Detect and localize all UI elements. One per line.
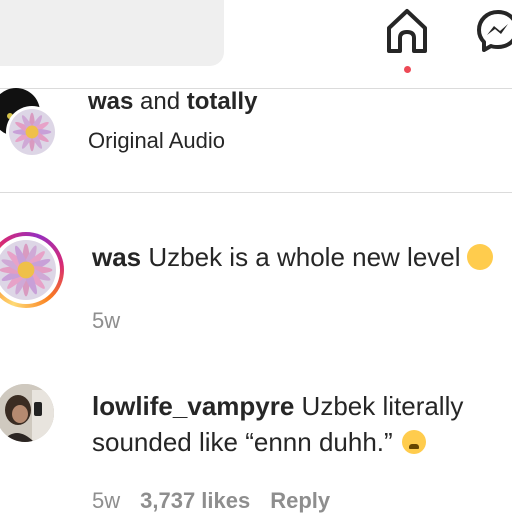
story-ring-avatar[interactable] xyxy=(0,232,64,308)
comment-timestamp: 5w xyxy=(92,308,121,333)
home-button[interactable] xyxy=(380,6,434,56)
audio-title-and: and xyxy=(133,88,187,115)
audio-subtitle[interactable]: Original Audio xyxy=(88,128,225,154)
user-photo-icon xyxy=(0,384,54,442)
search-bar[interactable] xyxy=(0,0,224,66)
flower-icon xyxy=(9,109,55,155)
audio-cover-avatar[interactable] xyxy=(6,106,58,158)
commenter-avatar[interactable] xyxy=(0,384,54,442)
comment-username[interactable]: was xyxy=(92,242,141,272)
comment-username[interactable]: lowlife_vampyre xyxy=(92,391,294,421)
audio-user-2[interactable]: totally xyxy=(187,88,258,115)
messenger-icon xyxy=(477,10,512,52)
comment-meta: 5w 3,737 likes Reply xyxy=(92,488,330,514)
likes-count[interactable]: 3,737 likes xyxy=(140,488,250,513)
audio-user-1[interactable]: was xyxy=(88,88,133,115)
audio-title[interactable]: was and totally xyxy=(88,88,257,116)
flower-icon xyxy=(0,240,56,300)
laughing-emoji-icon xyxy=(466,244,493,270)
active-indicator-dot xyxy=(404,66,411,73)
messenger-button[interactable] xyxy=(474,6,512,56)
comment-timestamp: 5w xyxy=(92,488,121,513)
comment-text: lowlife_vampyre Uzbek literally sounded … xyxy=(92,388,512,460)
divider xyxy=(0,192,512,193)
home-icon xyxy=(387,9,427,53)
comment-text: was Uzbek is a whole new level xyxy=(92,242,493,273)
reply-button[interactable]: Reply xyxy=(270,488,330,513)
comment-body: Uzbek is a whole new level xyxy=(141,242,461,272)
weary-emoji-icon xyxy=(401,430,426,454)
